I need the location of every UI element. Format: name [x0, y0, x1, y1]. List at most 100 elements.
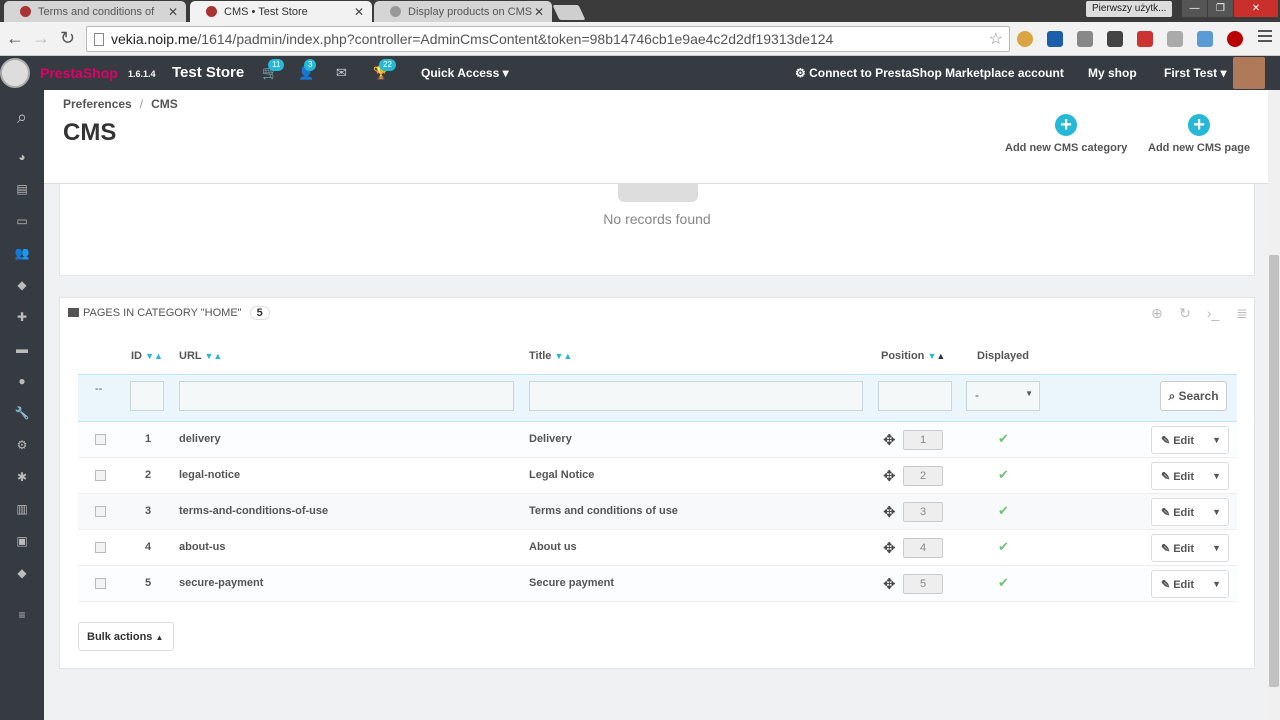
- table-row[interactable]: 5 secure-payment Secure payment ✥ 5 ✔ ✎ E…: [78, 566, 1237, 602]
- export-database-icon[interactable]: ≣: [1233, 304, 1251, 322]
- edit-button[interactable]: ✎ Edit ▼: [1151, 498, 1229, 526]
- bulk-actions-button[interactable]: Bulk actions ▲: [78, 622, 174, 651]
- browser-menu-icon[interactable]: [1258, 30, 1272, 45]
- prestashop-logo[interactable]: [0, 58, 30, 88]
- my-shop-link[interactable]: My shop: [1088, 66, 1137, 80]
- browser-tab-active[interactable]: CMS • Test Store ✕: [190, 1, 372, 22]
- preferences-wrench-icon[interactable]: 🔧: [12, 406, 32, 420]
- caret-down-icon[interactable]: ▼: [1212, 579, 1221, 589]
- back-icon[interactable]: ←: [6, 28, 24, 48]
- sort-asc-icon[interactable]: ▲: [154, 351, 163, 361]
- add-cms-category-button[interactable]: + Add new CMS category: [1005, 114, 1127, 154]
- user-menu[interactable]: First Test ▾: [1164, 66, 1226, 80]
- avatar[interactable]: [1233, 57, 1265, 89]
- refresh-icon[interactable]: ↻: [1176, 304, 1194, 322]
- scrollbar-thumb[interactable]: [1269, 255, 1279, 687]
- stats-chart-icon[interactable]: ▥: [12, 502, 32, 516]
- caret-down-icon[interactable]: ▼: [1212, 543, 1221, 553]
- screenshot-extension-icon[interactable]: [1197, 31, 1213, 47]
- displayed-check-icon[interactable]: ✔: [998, 431, 1009, 447]
- shipping-truck-icon[interactable]: ▬: [12, 342, 32, 356]
- minimize-button[interactable]: —: [1182, 0, 1207, 17]
- row-checkbox[interactable]: [95, 470, 106, 481]
- quick-access-dropdown[interactable]: Quick Access ▾: [421, 66, 509, 80]
- table-row[interactable]: 3 terms-and-conditions-of-use Terms and …: [78, 494, 1237, 530]
- search-button[interactable]: ⌕ Search: [1160, 381, 1227, 411]
- reload-icon[interactable]: ↻: [60, 28, 75, 48]
- close-tab-icon[interactable]: ✕: [354, 5, 364, 19]
- browser-tab[interactable]: Terms and conditions of ✕: [4, 1, 186, 22]
- orders-icon[interactable]: ▭: [12, 214, 32, 228]
- store-name-link[interactable]: Test Store: [172, 64, 244, 81]
- sort-asc-icon[interactable]: ▲: [936, 351, 945, 361]
- table-row[interactable]: 4 about-us About us ✥ 4 ✔ ✎ Edit ▼: [78, 530, 1237, 566]
- dashboard-icon[interactable]: ◕: [12, 150, 32, 164]
- column-header-id[interactable]: ID ▼▲: [131, 350, 163, 362]
- price-rules-tag-icon[interactable]: ◆: [12, 278, 32, 292]
- sort-asc-icon[interactable]: ▲: [563, 351, 572, 361]
- modules-puzzle-icon[interactable]: ✚: [12, 310, 32, 324]
- caret-down-icon[interactable]: ▼: [1212, 471, 1221, 481]
- vimeo-extension-icon[interactable]: [1047, 31, 1063, 47]
- row-checkbox[interactable]: [95, 578, 106, 589]
- screen-extension-icon[interactable]: [1077, 31, 1093, 47]
- row-checkbox[interactable]: [95, 506, 106, 517]
- close-tab-icon[interactable]: ✕: [534, 5, 544, 19]
- search-icon[interactable]: ⌕: [12, 108, 32, 130]
- administration-cog-icon[interactable]: ✱: [12, 470, 32, 484]
- customers-icon[interactable]: 👥: [12, 246, 32, 260]
- maximize-button[interactable]: ❐: [1208, 0, 1233, 17]
- filter-url-input[interactable]: [179, 381, 514, 411]
- filter-id-input[interactable]: [130, 381, 164, 411]
- displayed-check-icon[interactable]: ✔: [998, 467, 1009, 483]
- edit-button[interactable]: ✎ Edit ▼: [1151, 570, 1229, 598]
- filter-title-input[interactable]: [529, 381, 863, 411]
- localization-globe-icon[interactable]: ●: [12, 374, 32, 388]
- drag-move-icon[interactable]: ✥: [883, 575, 896, 593]
- stock-box-icon[interactable]: ▣: [12, 534, 32, 548]
- orders-cart-icon[interactable]: 🛒 11: [262, 59, 285, 81]
- filter-position-input[interactable]: [878, 381, 952, 411]
- notifications-trophy-icon[interactable]: 🏆 22: [373, 59, 396, 81]
- close-tab-icon[interactable]: ✕: [168, 5, 178, 19]
- column-header-position[interactable]: Position ▼▲: [881, 350, 945, 362]
- forward-icon[interactable]: →: [32, 28, 50, 48]
- filter-displayed-select[interactable]: - ▼: [966, 381, 1040, 411]
- column-header-title[interactable]: Title ▼▲: [529, 350, 572, 362]
- feather-extension-icon[interactable]: [1167, 31, 1183, 47]
- cookie-extension-icon[interactable]: [1017, 31, 1033, 47]
- bookmark-star-icon[interactable]: ☆: [989, 29, 1003, 49]
- browser-tab[interactable]: Display products on CMS ✕: [374, 1, 552, 22]
- table-row[interactable]: 1 delivery Delivery ✥ 1 ✔ ✎ Edit ▼: [78, 422, 1237, 458]
- drag-move-icon[interactable]: ✥: [883, 467, 896, 485]
- row-checkbox[interactable]: [95, 542, 106, 553]
- table-row[interactable]: 2 legal-notice Legal Notice ✥ 2 ✔ ✎ Edit ▼: [78, 458, 1237, 494]
- window-close-button[interactable]: ✕: [1234, 0, 1278, 17]
- advanced-parameters-cogs-icon[interactable]: ⚙: [12, 438, 32, 452]
- messages-envelope-icon[interactable]: ✉: [336, 65, 347, 81]
- pdf-extension-icon[interactable]: [1137, 31, 1153, 47]
- caret-down-icon[interactable]: ▼: [1212, 435, 1221, 445]
- add-cms-page-button[interactable]: + Add new CMS page: [1148, 114, 1250, 154]
- page-scrollbar[interactable]: [1268, 90, 1280, 720]
- add-new-icon[interactable]: ⊕: [1148, 304, 1166, 322]
- address-bar[interactable]: vekia.noip.me/1614/padmin/index.php?cont…: [86, 26, 1010, 52]
- new-tab-button[interactable]: [552, 5, 586, 20]
- drag-move-icon[interactable]: ✥: [883, 503, 896, 521]
- displayed-check-icon[interactable]: ✔: [998, 503, 1009, 519]
- drag-move-icon[interactable]: ✥: [883, 431, 896, 449]
- collapse-menu-icon[interactable]: ≡: [12, 608, 32, 622]
- column-header-url[interactable]: URL ▼▲: [179, 350, 222, 362]
- row-checkbox[interactable]: [95, 434, 106, 445]
- caret-down-icon[interactable]: ▼: [1212, 507, 1221, 517]
- sort-asc-icon[interactable]: ▲: [213, 351, 222, 361]
- displayed-check-icon[interactable]: ✔: [998, 539, 1009, 555]
- tag-icon[interactable]: ◆: [12, 566, 32, 580]
- camera-extension-icon[interactable]: [1107, 31, 1123, 47]
- profile-name[interactable]: Pierwszy użytk...: [1086, 1, 1172, 17]
- catalog-icon[interactable]: ▤: [12, 182, 32, 196]
- customers-icon[interactable]: 👤 3: [298, 59, 317, 81]
- displayed-check-icon[interactable]: ✔: [998, 575, 1009, 591]
- edit-button[interactable]: ✎ Edit ▼: [1151, 426, 1229, 454]
- edit-button[interactable]: ✎ Edit ▼: [1151, 534, 1229, 562]
